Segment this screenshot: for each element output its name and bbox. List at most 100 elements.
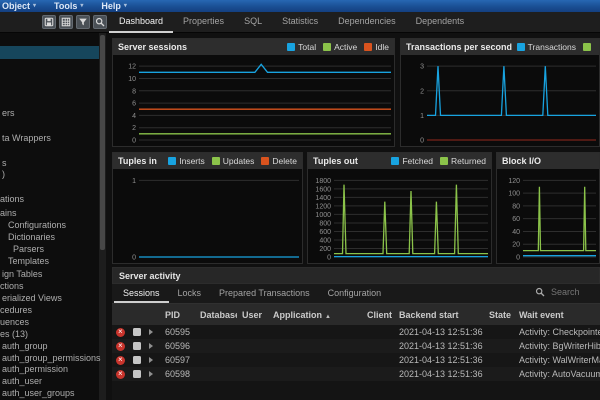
terminate-session-icon[interactable] [116, 370, 125, 379]
column-header-state[interactable]: State [484, 310, 514, 320]
sidebar-item[interactable]: Parsers [13, 243, 44, 255]
chevron-down-icon: ▾ [33, 0, 36, 12]
cell-wait-event: Activity: BgWriterHibernate [514, 341, 600, 351]
cancel-query-icon[interactable] [133, 342, 141, 350]
activity-tab-sessions[interactable]: Sessions [114, 284, 169, 303]
legend-label: Inserts [179, 156, 205, 166]
expand-row-icon[interactable] [149, 329, 153, 335]
session-row: 605982021-04-13 12:51:36 BSTActivity: Au… [112, 367, 600, 381]
legend-swatch [261, 157, 269, 165]
legend-item [583, 43, 594, 51]
tab-statistics[interactable]: Statistics [272, 12, 328, 33]
menu-item-label: Help [101, 0, 121, 12]
activity-tab-configuration[interactable]: Configuration [319, 284, 391, 303]
sidebar-item[interactable]: ains [0, 207, 17, 219]
tab-dependents[interactable]: Dependents [406, 12, 475, 33]
object-explorer-tree[interactable]: ersta Wrapperss)ationsainsConfigurations… [0, 33, 106, 400]
expand-row-icon[interactable] [149, 357, 153, 363]
server-activity-tabs: SessionsLocksPrepared TransactionsConfig… [114, 284, 390, 303]
column-header-label: PID [165, 310, 180, 320]
column-header-wait-event[interactable]: Wait event [514, 310, 600, 320]
sidebar-item[interactable]: ations [0, 193, 24, 205]
column-header-label: Backend start [399, 310, 459, 320]
legend-item: Transactions [517, 42, 576, 52]
menu-item-tools[interactable]: Tools▾ [45, 0, 92, 12]
sidebar-item[interactable]: uences [0, 316, 29, 328]
cell-backend-start: 2021-04-13 12:51:36 BST [394, 341, 484, 351]
tab-dashboard[interactable]: Dashboard [109, 12, 173, 33]
column-header-backend-start[interactable]: Backend start [394, 310, 484, 320]
column-header-pid[interactable]: PID [160, 310, 195, 320]
svg-text:0: 0 [327, 255, 331, 262]
cancel-query-icon[interactable] [133, 328, 141, 336]
session-search[interactable] [535, 286, 597, 298]
svg-text:1600: 1600 [315, 186, 331, 193]
legend-label: Transactions [528, 42, 576, 52]
cell-pid: 60595 [160, 327, 195, 337]
sidebar-item[interactable]: auth_user_groups [2, 387, 75, 399]
menu-item-object[interactable]: Object▾ [0, 0, 45, 12]
search-input[interactable] [549, 286, 597, 298]
search-icon [535, 287, 545, 297]
panel-title: Server sessions [118, 42, 187, 52]
sidebar-item[interactable]: ctions [0, 280, 24, 292]
sidebar-item[interactable]: auth_group [2, 340, 48, 352]
column-header-client[interactable]: Client [362, 310, 394, 320]
cell-wait-event: Activity: CheckpointerMain [514, 327, 600, 337]
sidebar-item[interactable]: ers [2, 107, 15, 119]
svg-text:4: 4 [132, 113, 136, 120]
sidebar-item[interactable]: Templates [8, 255, 49, 267]
toolbar-button-filter-icon[interactable] [76, 15, 90, 29]
main-tabs: DashboardPropertiesSQLStatisticsDependen… [109, 12, 474, 33]
row-actions-cell [112, 328, 160, 337]
cancel-query-icon[interactable] [133, 370, 141, 378]
tab-dependencies[interactable]: Dependencies [328, 12, 406, 33]
row-actions-cell [112, 356, 160, 365]
sidebar-item[interactable]: ) [2, 168, 5, 180]
menu-item-label: Object [2, 0, 30, 12]
tab-sql[interactable]: SQL [234, 12, 272, 33]
sidebar-scrollbar-thumb[interactable] [100, 35, 105, 250]
legend-swatch [364, 43, 372, 51]
legend-label: Delete [272, 156, 297, 166]
column-header-application[interactable]: Application▲ [268, 310, 362, 320]
filter-icon [78, 15, 88, 30]
svg-text:120: 120 [508, 178, 520, 185]
toolbar-button-search-icon[interactable] [93, 15, 107, 29]
sidebar-item[interactable]: Dictionaries [8, 231, 55, 243]
column-header-user[interactable]: User [237, 310, 268, 320]
sidebar-scrollbar[interactable] [99, 33, 106, 400]
cancel-query-icon[interactable] [133, 356, 141, 364]
column-header-label: Application [273, 310, 322, 320]
terminate-session-icon[interactable] [116, 328, 125, 337]
activity-tab-locks[interactable]: Locks [169, 284, 211, 303]
sidebar-item[interactable]: es (13) [0, 328, 28, 340]
menu-item-help[interactable]: Help▾ [92, 0, 136, 12]
expand-row-icon[interactable] [149, 371, 153, 377]
column-header-database[interactable]: Database [195, 310, 237, 320]
sidebar-item[interactable]: ign Tables [2, 268, 42, 280]
expand-row-icon[interactable] [149, 343, 153, 349]
chevron-down-icon: ▾ [80, 0, 83, 12]
chart-area: 020406080100120 [497, 169, 599, 263]
legend-label: Idle [375, 42, 389, 52]
sidebar-item[interactable]: cedures [0, 304, 32, 316]
toolbar-button-save-icon[interactable] [42, 15, 56, 29]
sidebar-item-selected[interactable] [0, 46, 99, 59]
terminate-session-icon[interactable] [116, 342, 125, 351]
legend-label: Returned [451, 156, 486, 166]
sidebar-item[interactable]: Configurations [8, 219, 66, 231]
sidebar-item[interactable]: auth_permission [2, 363, 68, 375]
column-header-label: Wait event [519, 310, 564, 320]
sidebar-item[interactable]: ta Wrappers [2, 132, 51, 144]
save-icon [44, 15, 54, 30]
sidebar-item[interactable]: erialized Views [2, 292, 62, 304]
terminate-session-icon[interactable] [116, 356, 125, 365]
panel-header: Block I/O [497, 153, 599, 169]
sidebar-item[interactable]: auth_user [2, 375, 42, 387]
tab-properties[interactable]: Properties [173, 12, 234, 33]
main-tabbar: DashboardPropertiesSQLStatisticsDependen… [0, 12, 600, 33]
toolbar-button-grid-icon[interactable] [59, 15, 73, 29]
activity-tab-prepared-transactions[interactable]: Prepared Transactions [210, 284, 319, 303]
cell-backend-start: 2021-04-13 12:51:36 BST [394, 355, 484, 365]
